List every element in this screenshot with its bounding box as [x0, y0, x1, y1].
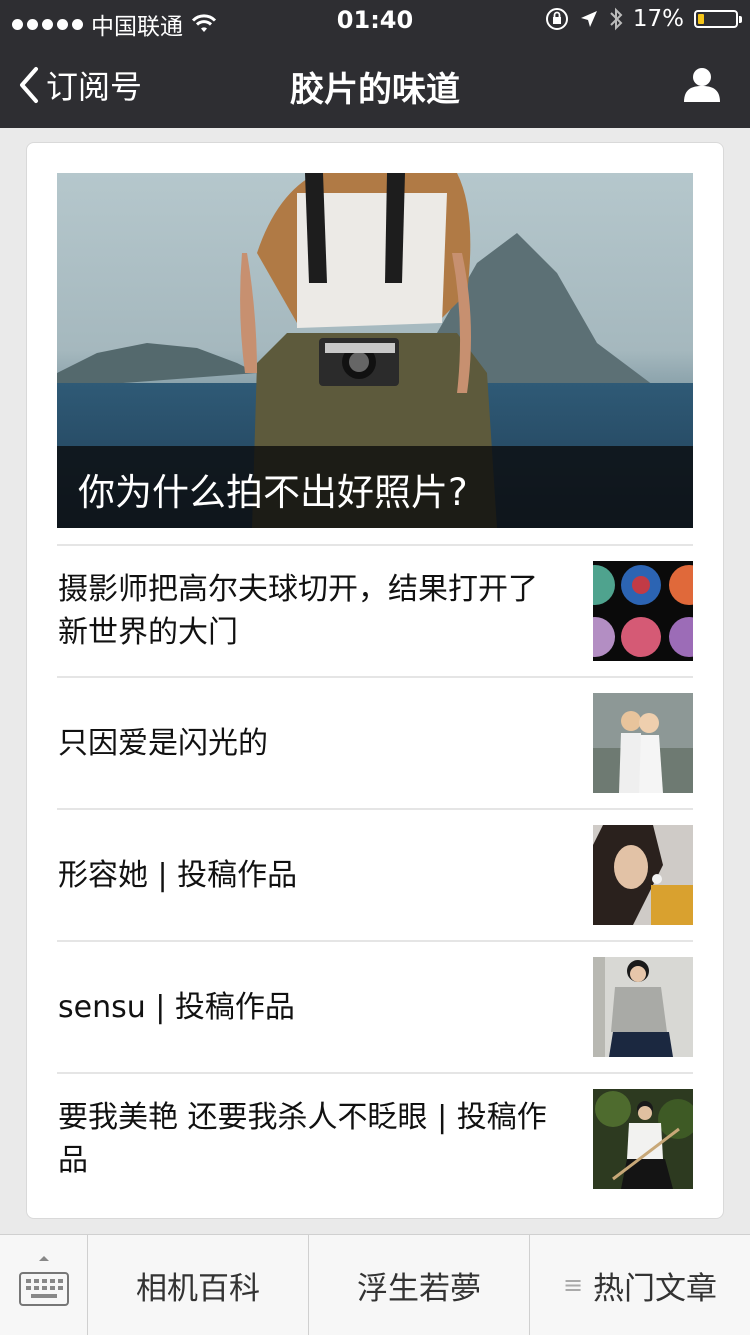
article-thumbnail [593, 957, 693, 1057]
orientation-lock-icon [545, 8, 568, 30]
list-item[interactable]: 只因爱是闪光的 [57, 676, 693, 808]
featured-title: 你为什么拍不出好照片? [57, 446, 693, 528]
bluetooth-icon [610, 7, 623, 31]
menu-label: 相机百科 [136, 1270, 260, 1307]
menu-item-popular-articles[interactable]: ≡ 热门文章 [530, 1235, 750, 1335]
nav-bar: 订阅号 胶片的味道 [0, 40, 750, 128]
top-bar: 中国联通 01:40 17% 订阅号 胶片的味道 [0, 0, 750, 128]
menu-icon: ≡ [562, 1271, 584, 1299]
menu-item-camera-wiki[interactable]: 相机百科 [88, 1235, 309, 1335]
article-title: 要我美艳 还要我杀人不眨眼 | 投稿作品 [58, 1100, 547, 1178]
battery-fill [698, 14, 704, 24]
menu-item-fusheng[interactable]: 浮生若夢 [309, 1235, 530, 1335]
list-item[interactable]: 形容她 | 投稿作品 [57, 808, 693, 940]
status-bar: 中国联通 01:40 17% [0, 0, 750, 40]
battery-icon [694, 10, 742, 28]
keyboard-toggle[interactable] [0, 1235, 88, 1335]
bottom-menu: 相机百科 浮生若夢 ≡ 热门文章 [0, 1234, 750, 1335]
battery-percent: 17% [632, 6, 684, 32]
article-card: 你为什么拍不出好照片? 摄影师把高尔夫球切开，结果打开了新世界的大门 只因爱是闪… [26, 142, 724, 1219]
article-title: sensu | 投稿作品 [58, 989, 295, 1025]
list-item[interactable]: sensu | 投稿作品 [57, 940, 693, 1072]
page-title: 胶片的味道 [290, 70, 460, 110]
article-thumbnail [593, 561, 693, 661]
status-right: 17% [545, 6, 742, 32]
list-item[interactable]: 摄影师把高尔夫球切开，结果打开了新世界的大门 [57, 544, 693, 676]
article-thumbnail [593, 825, 693, 925]
list-item[interactable]: 要我美艳 还要我杀人不眨眼 | 投稿作品 [57, 1072, 693, 1204]
profile-icon[interactable] [682, 64, 722, 104]
article-thumbnail [593, 693, 693, 793]
article-title: 形容她 | 投稿作品 [58, 857, 298, 893]
article-title: 摄影师把高尔夫球切开，结果打开了新世界的大门 [58, 572, 538, 650]
menu-label: 热门文章 [593, 1270, 718, 1307]
menu-label: 浮生若夢 [357, 1270, 481, 1307]
article-list: 摄影师把高尔夫球切开，结果打开了新世界的大门 只因爱是闪光的 形容她 | 投稿作… [57, 544, 693, 1204]
article-thumbnail [593, 1089, 693, 1189]
keyboard-icon [19, 1256, 69, 1306]
article-title: 只因爱是闪光的 [58, 725, 268, 761]
featured-article[interactable]: 你为什么拍不出好照片? [57, 173, 693, 528]
location-icon [580, 11, 597, 27]
